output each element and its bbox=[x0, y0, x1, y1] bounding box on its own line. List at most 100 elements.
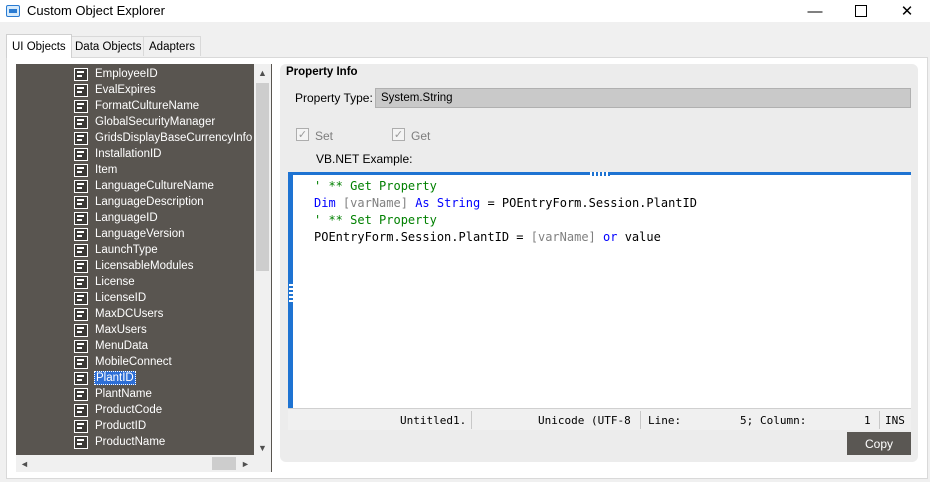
status-encoding: Unicode (UTF-8 bbox=[538, 414, 631, 427]
tree-item[interactable]: FormatCultureName bbox=[74, 98, 200, 114]
tree-item[interactable]: ProductName bbox=[74, 434, 166, 450]
tree-item-label: PlantName bbox=[95, 388, 152, 400]
tree-item-label: EmployeeID bbox=[95, 68, 158, 80]
tree-item[interactable]: LicenseID bbox=[74, 290, 147, 306]
scroll-right-arrow-icon[interactable]: ► bbox=[237, 455, 254, 472]
tree-item[interactable]: EmployeeID bbox=[74, 66, 159, 82]
property-icon bbox=[74, 387, 88, 401]
window-title: Custom Object Explorer bbox=[27, 3, 165, 18]
tree-item-label: LicenseID bbox=[95, 292, 147, 304]
tree-item-label: MaxDCUsers bbox=[95, 308, 164, 320]
code-variable: [varName] bbox=[530, 230, 596, 244]
property-info-title: Property Info bbox=[286, 66, 358, 78]
property-icon bbox=[74, 435, 88, 449]
tree-item-label: InstallationID bbox=[95, 148, 162, 160]
tree-item-label: MobileConnect bbox=[95, 356, 172, 368]
minimize-button[interactable]: — bbox=[792, 0, 838, 22]
code-line: Dim [varName] As String = POEntryForm.Se… bbox=[314, 195, 697, 212]
editor-status-bar: Untitled1. Unicode (UTF-8 Line: 5; Colum… bbox=[288, 408, 911, 430]
tree-item-label: LanguageVersion bbox=[95, 228, 185, 240]
tree-item[interactable]: LaunchType bbox=[74, 242, 159, 258]
status-line-value: 5; bbox=[740, 414, 754, 427]
tree-item-label: ProductCode bbox=[95, 404, 163, 416]
tree-item[interactable]: ProductCode bbox=[74, 402, 163, 418]
copy-button[interactable]: Copy bbox=[847, 432, 911, 455]
tree-item[interactable]: InstallationID bbox=[74, 146, 162, 162]
status-divider bbox=[471, 411, 472, 429]
tree-vertical-scroll-thumb[interactable] bbox=[256, 83, 269, 271]
tree-item[interactable]: GlobalSecurityManager bbox=[74, 114, 216, 130]
tree-item[interactable]: PlantID bbox=[74, 370, 136, 386]
set-checkbox-label: Set bbox=[315, 129, 334, 143]
tree-item[interactable]: Item bbox=[74, 162, 118, 178]
tab-ui-objects[interactable]: UI Objects bbox=[6, 34, 72, 58]
code-comment: ' ** Get Property bbox=[314, 179, 437, 193]
property-icon bbox=[74, 323, 88, 337]
status-line-label: Line: bbox=[648, 414, 682, 427]
status-column-value: 1 bbox=[864, 414, 871, 427]
tree-item[interactable]: LanguageVersion bbox=[74, 226, 186, 242]
scroll-left-arrow-icon[interactable]: ◄ bbox=[16, 455, 33, 472]
editor-splitter-grip[interactable] bbox=[590, 172, 610, 176]
tree-item[interactable]: MaxDCUsers bbox=[74, 306, 164, 322]
code-keyword: Dim bbox=[314, 196, 336, 210]
tree-item-label: GridsDisplayBaseCurrencyInfo bbox=[95, 132, 253, 144]
property-icon bbox=[74, 307, 88, 321]
status-mode: INS bbox=[885, 414, 905, 427]
scroll-corner bbox=[254, 455, 271, 472]
property-icon bbox=[74, 243, 88, 257]
property-type-label: Property Type: bbox=[295, 91, 373, 105]
property-icon bbox=[74, 99, 88, 113]
tree-item[interactable]: MenuData bbox=[74, 338, 149, 354]
code-keyword: As bbox=[415, 196, 430, 210]
property-icon bbox=[74, 147, 88, 161]
status-divider bbox=[640, 411, 641, 429]
tree-item[interactable]: GridsDisplayBaseCurrencyInfo bbox=[74, 130, 253, 146]
tree-item[interactable]: LanguageID bbox=[74, 210, 159, 226]
tree-item[interactable]: PlantName bbox=[74, 386, 153, 402]
tree-item[interactable]: License bbox=[74, 274, 136, 290]
code-text-segment: value bbox=[624, 230, 661, 244]
code-text-segment: = POEntryForm.Session.PlantID bbox=[487, 196, 697, 210]
code-text-segment: POEntryForm.Session.PlantID = bbox=[314, 230, 524, 244]
property-icon bbox=[74, 67, 88, 81]
object-tree[interactable]: EmployeeID EvalExpires FormatCultureName Gl… bbox=[16, 64, 272, 472]
scroll-up-arrow-icon[interactable]: ▲ bbox=[254, 64, 271, 81]
tab-adapters[interactable]: Adapters bbox=[143, 36, 202, 56]
code-variable: [varName] bbox=[342, 196, 408, 210]
property-icon bbox=[74, 83, 88, 97]
vbnet-example-label: VB.NET Example: bbox=[316, 152, 413, 166]
tree-item-label: EvalExpires bbox=[95, 84, 156, 96]
tree-item[interactable]: LanguageDescription bbox=[74, 194, 205, 210]
code-keyword: String bbox=[436, 196, 481, 210]
tree-item-label: GlobalSecurityManager bbox=[95, 116, 216, 128]
tree-item[interactable]: MaxUsers bbox=[74, 322, 148, 338]
property-icon bbox=[74, 291, 88, 305]
tree-item-label: LaunchType bbox=[95, 244, 158, 256]
tree-item[interactable]: LicensableModules bbox=[74, 258, 194, 274]
property-icon bbox=[74, 195, 88, 209]
property-icon bbox=[74, 403, 88, 417]
status-column-label: Column: bbox=[760, 414, 807, 427]
property-icon bbox=[74, 339, 88, 353]
close-button[interactable]: ✕ bbox=[884, 0, 930, 22]
get-checkbox-label: Get bbox=[411, 129, 431, 143]
tab-data-objects[interactable]: Data Objects bbox=[69, 36, 148, 56]
get-checkbox: ✓ bbox=[392, 128, 405, 141]
tree-item-label: FormatCultureName bbox=[95, 100, 200, 112]
property-icon bbox=[74, 259, 88, 273]
tree-item-label: LanguageCultureName bbox=[95, 180, 214, 192]
tree-item[interactable]: ProductID bbox=[74, 418, 147, 434]
tree-item-label: MenuData bbox=[95, 340, 149, 352]
tree-item-label: ProductName bbox=[95, 436, 166, 448]
maximize-button[interactable] bbox=[838, 0, 884, 22]
code-text[interactable]: ' ** Get Property Dim [varName] As String… bbox=[314, 178, 697, 246]
tree-item[interactable]: MobileConnect bbox=[74, 354, 173, 370]
tree-item-label: License bbox=[95, 276, 135, 288]
tree-item[interactable]: EvalExpires bbox=[74, 82, 157, 98]
tree-horizontal-scroll-thumb[interactable] bbox=[212, 457, 236, 470]
tree-item[interactable]: LanguageCultureName bbox=[74, 178, 215, 194]
scroll-down-arrow-icon[interactable]: ▼ bbox=[254, 439, 271, 456]
tree-item-label: ProductID bbox=[95, 420, 147, 432]
editor-side-grip[interactable] bbox=[289, 282, 293, 302]
